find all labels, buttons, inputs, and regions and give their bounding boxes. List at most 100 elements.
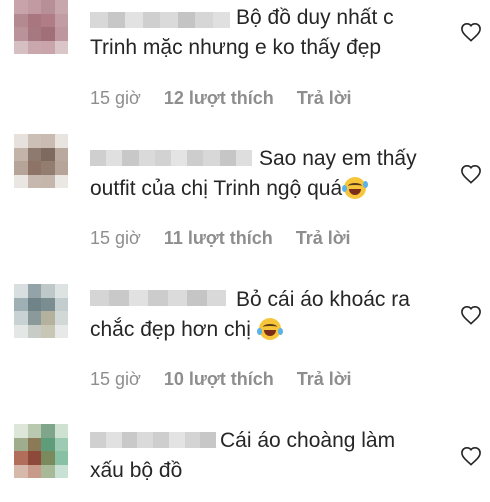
comment-time: 15 giờ (90, 369, 141, 389)
username-pixel (235, 150, 253, 166)
username-pixel (122, 150, 139, 166)
avatar-pixel (54, 437, 68, 451)
avatar-pixel (14, 40, 28, 54)
username-pixel (90, 12, 108, 28)
avatar-pixel (14, 13, 28, 27)
avatar-pixel (41, 134, 55, 148)
username-pixel (121, 432, 138, 448)
comment-meta: 15 giờ 10 lượt thích Trả lời (90, 368, 352, 390)
avatar-pixel (41, 464, 55, 478)
likes-count-link[interactable]: 11 lượt thích (164, 228, 273, 248)
heart-icon[interactable] (460, 164, 482, 184)
username-pixel (184, 432, 201, 448)
avatar-pixel (14, 437, 28, 451)
username-pixel (90, 150, 107, 166)
username-pixel (107, 12, 125, 28)
avatar-pixel (27, 324, 41, 338)
avatar-pixel (54, 311, 68, 325)
comment-time: 15 giờ (90, 88, 141, 108)
username-pixel (109, 290, 129, 306)
avatar-pixel (54, 40, 68, 54)
avatar-pixel (14, 297, 28, 311)
comment-text-line-2: xấu bộ đồ (90, 459, 183, 482)
avatar-pixel (14, 324, 28, 338)
avatar-pixel (54, 147, 68, 161)
likes-count-link[interactable]: 12 lượt thích (164, 88, 274, 108)
avatar-pixel (41, 40, 55, 54)
avatar-pixel (41, 147, 55, 161)
username-pixel (154, 150, 172, 166)
username-pixel (160, 12, 178, 28)
avatar-pixel (27, 437, 41, 451)
avatar-pixel (14, 147, 28, 161)
comment-text-line-1: Cái áo choàng làm (220, 429, 396, 452)
reply-button[interactable]: Trả lời (297, 88, 352, 108)
avatar[interactable] (14, 424, 68, 478)
avatar-pixel (54, 297, 68, 311)
avatar[interactable] (14, 0, 68, 54)
laugh-tears-emoji-icon (256, 318, 283, 340)
username-pixel (153, 432, 169, 448)
avatar-pixel (14, 464, 28, 478)
username-pixel (203, 150, 220, 166)
avatar-pixel (41, 27, 55, 41)
avatar-pixel (14, 134, 28, 148)
comment-text-line-1: Bỏ cái áo khoác ra (236, 288, 410, 311)
username-pixel (206, 290, 226, 306)
username-pixel (219, 150, 236, 166)
username-pixel (171, 150, 188, 166)
avatar-pixel (27, 134, 41, 148)
avatar-pixel (54, 451, 68, 465)
avatar[interactable] (14, 134, 68, 188)
avatar-pixel (41, 437, 55, 451)
username-blurred[interactable] (90, 432, 216, 448)
avatar-pixel (14, 27, 28, 41)
username-pixel (138, 150, 155, 166)
username-pixel (195, 12, 213, 28)
username-pixel (212, 12, 230, 28)
username-blurred[interactable] (90, 290, 226, 306)
username-blurred[interactable] (90, 150, 253, 166)
username-pixel (167, 290, 188, 306)
username-pixel (105, 432, 122, 448)
avatar-pixel (41, 451, 55, 465)
comment-meta: 15 giờ 11 lượt thích Trả lời (90, 227, 351, 249)
avatar-pixel (27, 147, 41, 161)
comment-meta: 15 giờ 12 lượt thích Trả lời (90, 87, 352, 109)
rofl-emoji-icon (342, 177, 369, 199)
avatar-pixel (54, 134, 68, 148)
comment-text-line-2: Trinh mặc nhưng e ko thấy đẹp (90, 36, 382, 59)
avatar-pixel (54, 0, 68, 14)
avatar-pixel (14, 451, 28, 465)
avatar-pixel (54, 424, 68, 438)
username-pixel (148, 290, 168, 306)
avatar-pixel (14, 0, 28, 14)
avatar-pixel (41, 311, 55, 325)
comment-text: outfit của chị Trinh ngộ quá (90, 177, 343, 200)
username-pixel (142, 12, 160, 28)
username-pixel (187, 290, 207, 306)
avatar-pixel (54, 27, 68, 41)
username-pixel (177, 12, 195, 28)
comment-text: chắc đẹp hơn chị (90, 318, 251, 341)
reply-button[interactable]: Trả lời (297, 369, 352, 389)
heart-icon[interactable] (460, 446, 482, 466)
avatar-pixel (27, 0, 41, 14)
username-pixel (137, 432, 153, 448)
username-pixel (187, 150, 204, 166)
avatar-pixel (27, 161, 41, 175)
avatar[interactable] (14, 284, 68, 338)
likes-count-link[interactable]: 10 lượt thích (164, 369, 274, 389)
avatar-pixel (54, 284, 68, 298)
avatar-pixel (14, 424, 28, 438)
heart-icon[interactable] (460, 305, 482, 325)
reply-button[interactable]: Trả lời (296, 228, 351, 248)
avatar-pixel (27, 464, 41, 478)
heart-icon[interactable] (460, 22, 482, 42)
avatar-pixel (27, 297, 41, 311)
avatar-pixel (27, 174, 41, 188)
avatar-pixel (41, 0, 55, 14)
avatar-pixel (41, 13, 55, 27)
comment-text-line-2: chắc đẹp hơn chị (90, 316, 283, 344)
username-blurred[interactable] (90, 12, 230, 28)
